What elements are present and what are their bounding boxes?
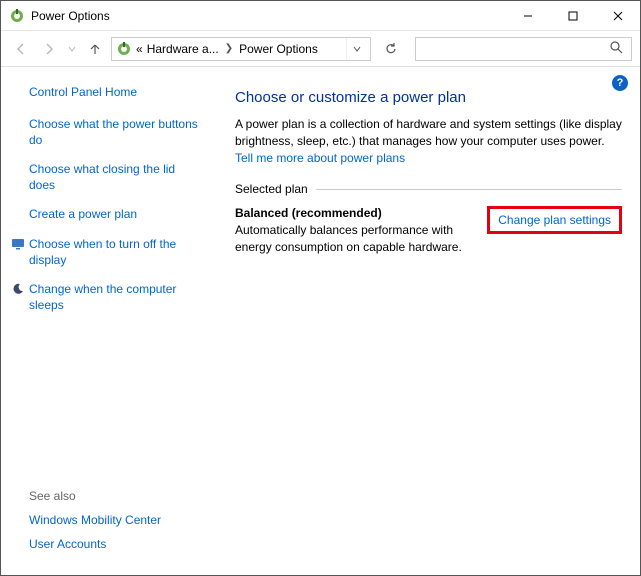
sidebar-link-label: Choose when to turn off the display bbox=[29, 237, 176, 267]
tell-me-more-link[interactable]: Tell me more about power plans bbox=[235, 151, 405, 165]
window-controls bbox=[505, 1, 640, 30]
close-button[interactable] bbox=[595, 1, 640, 30]
sidebar-link-lid[interactable]: Choose what closing the lid does bbox=[29, 162, 203, 193]
breadcrumb-prefix: « bbox=[136, 42, 143, 56]
refresh-button[interactable] bbox=[377, 37, 405, 61]
see-also-accounts-link[interactable]: User Accounts bbox=[29, 537, 161, 551]
address-bar[interactable]: « Hardware a... ❯ Power Options bbox=[111, 37, 371, 61]
search-input[interactable] bbox=[415, 37, 632, 61]
window-title: Power Options bbox=[31, 9, 505, 23]
selected-plan-header: Selected plan bbox=[235, 182, 622, 196]
see-also-mobility-link[interactable]: Windows Mobility Center bbox=[29, 513, 161, 527]
sidebar-link-sleep[interactable]: Change when the computer sleeps bbox=[29, 282, 203, 313]
moon-icon bbox=[11, 282, 25, 296]
minimize-button[interactable] bbox=[505, 1, 550, 30]
selected-plan-label: Selected plan bbox=[235, 182, 308, 196]
search-icon bbox=[610, 41, 623, 57]
sidebar-link-power-buttons[interactable]: Choose what the power buttons do bbox=[29, 117, 203, 148]
power-options-icon bbox=[116, 41, 132, 57]
sidebar: Control Panel Home Choose what the power… bbox=[1, 67, 213, 575]
address-dropdown[interactable] bbox=[346, 38, 366, 60]
maximize-button[interactable] bbox=[550, 1, 595, 30]
titlebar: Power Options bbox=[1, 1, 640, 31]
plan-row: Balanced (recommended) Automatically bal… bbox=[235, 206, 622, 256]
plan-description: Automatically balances performance with … bbox=[235, 222, 477, 256]
desc-text: A power plan is a collection of hardware… bbox=[235, 117, 622, 148]
sidebar-link-label: Change when the computer sleeps bbox=[29, 282, 176, 312]
help-icon[interactable]: ? bbox=[612, 75, 628, 91]
forward-button[interactable] bbox=[37, 37, 61, 61]
recent-dropdown[interactable] bbox=[65, 37, 79, 61]
sidebar-link-turn-off-display[interactable]: Choose when to turn off the display bbox=[29, 237, 203, 268]
display-icon bbox=[11, 237, 25, 251]
page-heading: Choose or customize a power plan bbox=[235, 89, 622, 106]
up-button[interactable] bbox=[83, 37, 107, 61]
navbar: « Hardware a... ❯ Power Options bbox=[1, 31, 640, 67]
power-options-icon bbox=[9, 8, 25, 24]
see-also: See also Windows Mobility Center User Ac… bbox=[29, 489, 161, 561]
chevron-right-icon[interactable]: ❯ bbox=[223, 43, 235, 54]
control-panel-home-link[interactable]: Control Panel Home bbox=[29, 85, 203, 99]
see-also-header: See also bbox=[29, 489, 161, 503]
change-plan-settings-link[interactable]: Change plan settings bbox=[487, 206, 622, 234]
plan-name: Balanced (recommended) bbox=[235, 206, 477, 220]
breadcrumb-seg-2[interactable]: Power Options bbox=[239, 42, 318, 56]
divider bbox=[316, 189, 622, 190]
content: Control Panel Home Choose what the power… bbox=[1, 67, 640, 575]
page-description: A power plan is a collection of hardware… bbox=[235, 116, 622, 166]
breadcrumb-seg-1[interactable]: Hardware a... bbox=[147, 42, 219, 56]
back-button[interactable] bbox=[9, 37, 33, 61]
sidebar-link-create-plan[interactable]: Create a power plan bbox=[29, 207, 203, 223]
main-content: Choose or customize a power plan A power… bbox=[213, 67, 640, 575]
plan-info: Balanced (recommended) Automatically bal… bbox=[235, 206, 477, 256]
